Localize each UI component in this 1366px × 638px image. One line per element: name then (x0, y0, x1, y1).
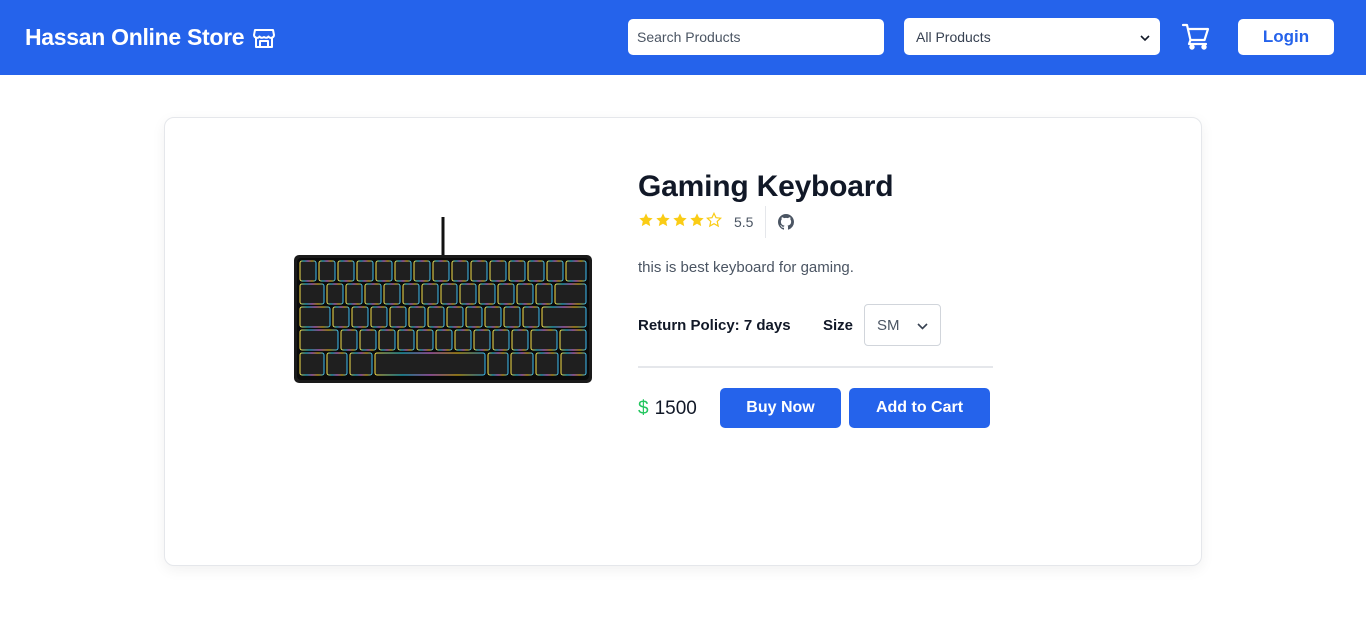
store-icon (252, 26, 276, 50)
chevron-down-icon (1140, 29, 1150, 45)
github-icon[interactable] (778, 214, 795, 230)
cart-icon[interactable] (1181, 22, 1211, 50)
keyboard-image (293, 215, 593, 385)
add-to-cart-button[interactable]: Add to Cart (849, 388, 990, 428)
rating-divider (765, 206, 767, 238)
price-amount: 1500 (654, 398, 697, 419)
category-select[interactable]: All Products (904, 18, 1160, 55)
star-filled-icon (638, 212, 654, 233)
price: $ 1500 (638, 398, 697, 420)
size-select[interactable]: SM (864, 304, 941, 346)
brand[interactable]: Hassan Online Store (25, 24, 276, 51)
star-rating (638, 211, 723, 233)
star-filled-icon (672, 212, 688, 233)
chevron-down-icon (917, 317, 928, 334)
top-navbar: Hassan Online Store All Products Login (0, 0, 1366, 75)
currency-symbol: $ (638, 398, 649, 419)
rating-row: 5.5 (638, 206, 795, 238)
buy-now-button[interactable]: Buy Now (720, 388, 841, 428)
star-filled-icon (689, 212, 705, 233)
size-select-value: SM (877, 316, 900, 334)
rating-value: 5.5 (734, 214, 754, 230)
size-label: Size (823, 317, 854, 334)
brand-name: Hassan Online Store (25, 24, 245, 50)
star-empty-icon (705, 211, 723, 233)
return-policy: Return Policy: 7 days (638, 317, 791, 334)
search-input[interactable] (628, 19, 884, 55)
product-description: this is best keyboard for gaming. (638, 259, 854, 276)
login-button[interactable]: Login (1238, 19, 1334, 55)
star-filled-icon (655, 212, 671, 233)
section-divider (638, 366, 993, 368)
product-title: Gaming Keyboard (638, 170, 894, 203)
category-select-value: All Products (916, 28, 991, 45)
